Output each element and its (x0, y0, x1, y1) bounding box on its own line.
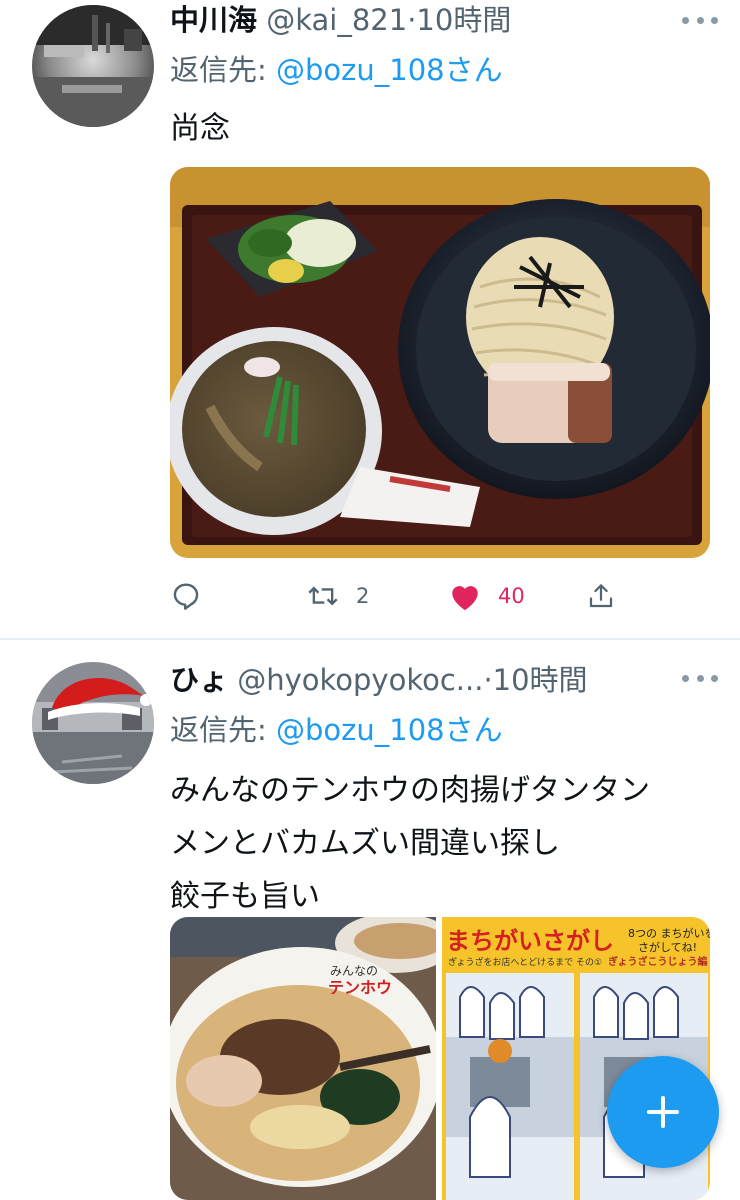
tweet-text-line: メンとバカムズい間違い探し (170, 826, 560, 861)
ramen-photo[interactable]: みんなの テンホウ (170, 917, 455, 1200)
tweet-header: 中川海 @kai_821·10時間 (170, 0, 676, 42)
tweet-text-line: みんなのテンホウの肉揚げタンタン (170, 773, 650, 808)
retweet-icon (308, 586, 338, 606)
more-options-icon[interactable] (682, 10, 718, 30)
tweet-text: みんなのテンホウの肉揚げタンタン メンとバカムズい間違い探し 餃子も旨い (170, 764, 710, 923)
puzzle-title: まちがいさがし (446, 927, 614, 955)
tweet[interactable]: 中川海 @kai_821·10時間 返信先: @bozu_108さん 尚念 2 … (0, 0, 740, 638)
display-name[interactable]: 中川海 (170, 3, 257, 37)
share-button[interactable] (586, 574, 616, 618)
reply-prefix: 返信先: (170, 713, 276, 747)
user-handle[interactable]: @kai_821 (266, 3, 407, 37)
retweet-count: 2 (356, 584, 370, 608)
tweet-media-gallery: みんなの テンホウ まちがいさがし 8つの まちがいを さがしてね! ぎょうざを… (170, 917, 710, 1200)
user-handle[interactable]: @hyokopyokoc... (237, 663, 483, 697)
retweet-button[interactable]: 2 (306, 574, 369, 618)
separator-dot: · (483, 663, 493, 697)
avatar[interactable] (32, 5, 154, 127)
puzzle-subtitle: ぎょうざをお店へとどけるまで その① (448, 956, 602, 968)
tweet-text-line: 餃子も旨い (170, 879, 320, 914)
puzzle-series: ぎょうざこうじょう編 (608, 955, 708, 968)
timestamp[interactable]: 10時間 (416, 3, 511, 37)
reply-context: 返信先: @bozu_108さん (170, 50, 503, 90)
avatar[interactable] (32, 662, 154, 784)
tweet-media-photo[interactable] (170, 167, 710, 558)
tweet-text: 尚念 (170, 102, 710, 155)
heart-icon (452, 586, 478, 611)
tsukemen-photo (170, 167, 710, 558)
puzzle-note-line2: さがしてね! (638, 940, 697, 954)
share-icon (589, 584, 613, 608)
like-button[interactable]: 40 (448, 574, 525, 618)
tweet-header: ひょ @hyokopyokoc...·10時間 (170, 658, 676, 702)
bowl-brand-small: みんなの (330, 964, 378, 978)
more-options-icon[interactable] (682, 668, 718, 688)
compose-tweet-button[interactable] (607, 1056, 719, 1168)
puzzle-note-line1: 8つの まちがいを (628, 926, 710, 940)
reply-mention-link[interactable]: @bozu_108さん (276, 53, 503, 87)
tweet-actions: 2 40 (170, 574, 650, 618)
bowl-brand: テンホウ (328, 978, 392, 997)
tweet-text-line: 尚念 (170, 111, 230, 146)
like-count: 40 (498, 584, 525, 608)
reply-mention-link[interactable]: @bozu_108さん (276, 713, 503, 747)
plus-icon (647, 1096, 679, 1128)
reply-context: 返信先: @bozu_108さん (170, 710, 503, 750)
reply-icon (173, 583, 199, 610)
timestamp[interactable]: 10時間 (493, 663, 588, 697)
reply-button[interactable] (170, 574, 218, 618)
reply-prefix: 返信先: (170, 53, 276, 87)
display-name[interactable]: ひょ (170, 663, 228, 697)
